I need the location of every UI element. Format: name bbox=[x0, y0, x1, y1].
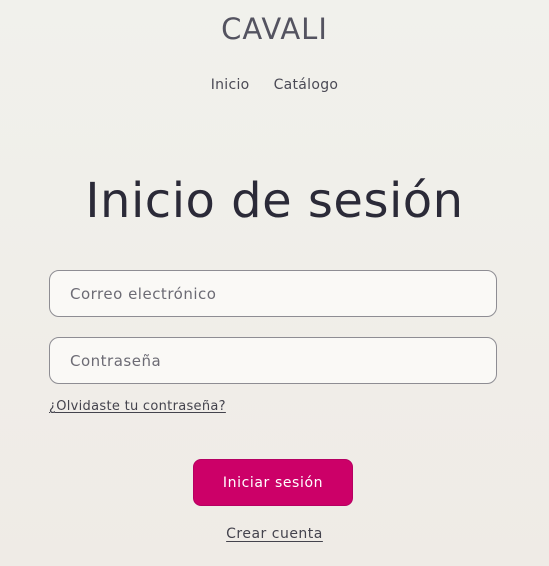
brand-logo-link[interactable]: CAVALI bbox=[0, 11, 549, 47]
nav-item-catalogo[interactable]: Catálogo bbox=[274, 76, 339, 94]
main-nav: Inicio Catálogo bbox=[0, 76, 549, 94]
site-header: CAVALI Inicio Catálogo bbox=[0, 0, 549, 110]
page-title: Inicio de sesión bbox=[85, 173, 464, 229]
password-field[interactable] bbox=[49, 337, 497, 384]
email-field[interactable] bbox=[49, 270, 497, 317]
nav-item-inicio[interactable]: Inicio bbox=[211, 76, 250, 94]
forgot-password-link[interactable]: ¿Olvidaste tu contraseña? bbox=[49, 398, 226, 415]
create-account-row: Crear cuenta bbox=[0, 525, 549, 543]
create-account-link[interactable]: Crear cuenta bbox=[226, 526, 323, 542]
login-button[interactable]: Iniciar sesión bbox=[193, 459, 353, 506]
